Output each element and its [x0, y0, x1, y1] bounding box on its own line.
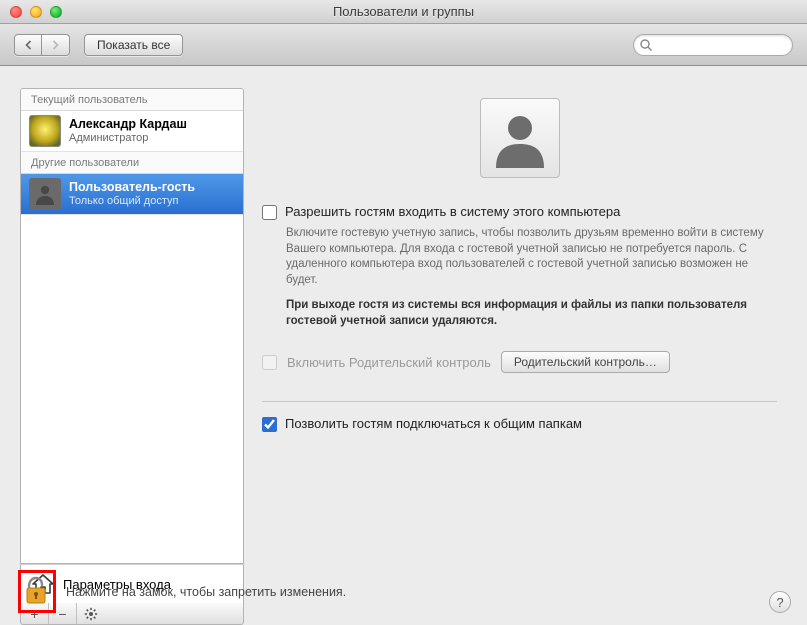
divider [262, 401, 777, 402]
question-icon: ? [776, 595, 783, 610]
allow-guest-login-checkbox[interactable] [262, 205, 277, 220]
user-name-label: Александр Кардаш [69, 117, 187, 132]
user-row-admin[interactable]: Александр Кардаш Администратор [21, 111, 243, 152]
back-button[interactable] [14, 34, 42, 56]
current-user-header: Текущий пользователь [21, 89, 243, 111]
window-title: Пользователи и группы [0, 4, 807, 19]
chevron-right-icon [51, 40, 60, 50]
user-name-label: Пользователь-гость [69, 180, 195, 195]
parental-controls-label: Включить Родительский контроль [287, 355, 491, 370]
window-zoom-button[interactable] [50, 6, 62, 18]
person-icon [488, 106, 552, 170]
parental-controls-checkbox [262, 355, 277, 370]
lock-button[interactable] [18, 570, 56, 613]
forward-button[interactable] [42, 34, 70, 56]
search-icon [639, 38, 653, 52]
avatar [29, 115, 61, 147]
help-button[interactable]: ? [769, 591, 791, 613]
show-all-button[interactable]: Показать все [84, 34, 183, 56]
toolbar: Показать все [0, 24, 807, 66]
guest-logout-note: При выходе гостя из системы вся информац… [286, 298, 777, 329]
user-picture[interactable] [480, 98, 560, 178]
allow-guest-description: Включите гостевую учетную запись, чтобы … [286, 226, 777, 288]
search-input[interactable] [633, 34, 793, 56]
user-role-label: Только общий доступ [69, 195, 195, 208]
lock-hint-text: Нажмите на замок, чтобы запретить измене… [66, 585, 346, 599]
parental-controls-button[interactable]: Родительский контроль… [501, 351, 670, 373]
window-minimize-button[interactable] [30, 6, 42, 18]
unlocked-padlock-icon [23, 575, 51, 605]
allow-shared-folders-checkbox[interactable] [262, 417, 277, 432]
titlebar: Пользователи и группы [0, 0, 807, 24]
user-role-label: Администратор [69, 132, 187, 145]
other-users-header: Другие пользователи [21, 152, 243, 174]
avatar [29, 178, 61, 210]
allow-guest-login-label: Разрешить гостям входить в систему этого… [285, 204, 620, 219]
allow-shared-folders-label: Позволить гостям подключаться к общим па… [285, 416, 582, 431]
person-icon [33, 182, 57, 206]
chevron-left-icon [24, 40, 33, 50]
user-row-guest[interactable]: Пользователь-гость Только общий доступ [21, 174, 243, 215]
window-close-button[interactable] [10, 6, 22, 18]
